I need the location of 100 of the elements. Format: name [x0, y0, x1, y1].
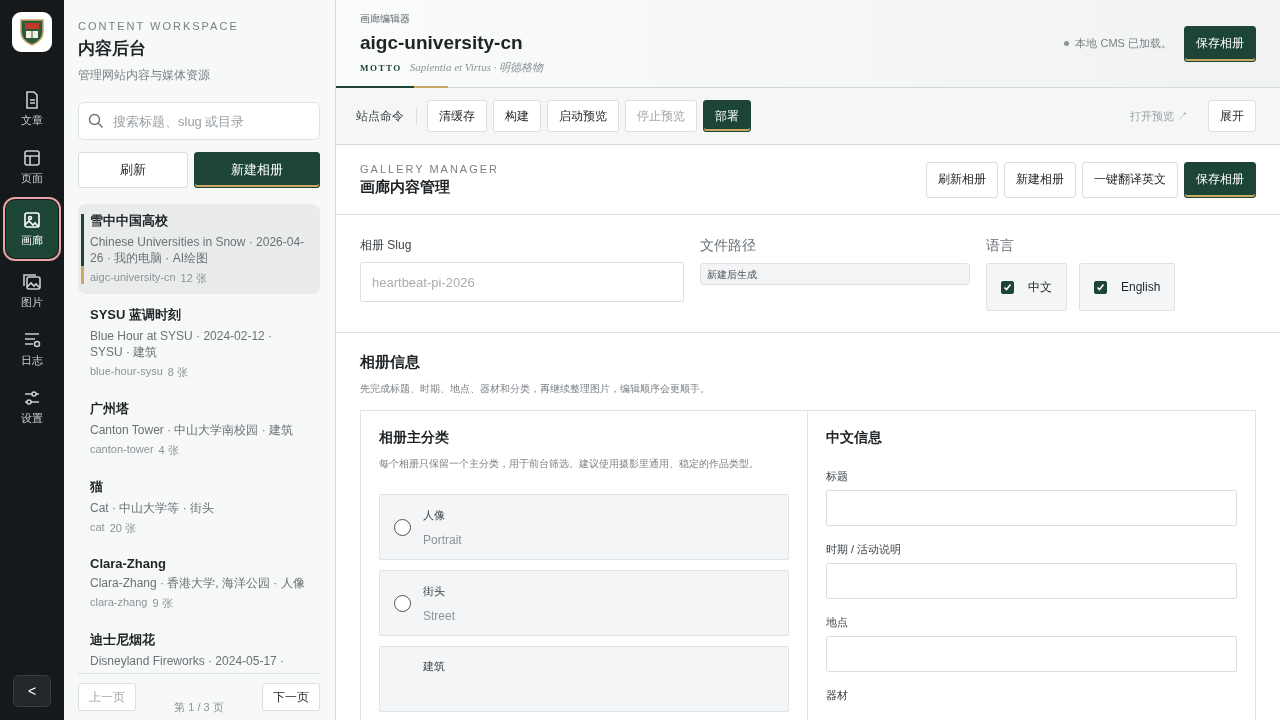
album-title: 迪士尼烟花: [90, 631, 156, 649]
section-eyebrow: GALLERY MANAGER: [360, 162, 500, 175]
status-text: 本地 CMS 已加载。: [1075, 36, 1172, 51]
category-option[interactable]: 街头 Street: [379, 570, 789, 636]
page-indicator: 第 1 / 3 页: [173, 699, 225, 715]
section-title: 画廊内容管理: [360, 177, 451, 197]
photo-count: 12 张: [180, 271, 207, 286]
nav-item[interactable]: 图片: [6, 262, 58, 320]
images-icon: [22, 272, 42, 292]
album-slug: aigc-university-cn: [90, 271, 176, 285]
option-english: Portrait: [423, 532, 462, 547]
toolbar-label: 站点命令: [356, 107, 417, 125]
option-label: 街头: [423, 583, 446, 599]
text-field[interactable]: heartbeat-pi-2026: [360, 262, 684, 302]
command-button[interactable]: 构建: [493, 100, 541, 132]
list-icon: [22, 330, 42, 350]
field-label: 标题: [826, 469, 849, 484]
new-album-button[interactable]: 新建相册: [194, 152, 320, 188]
photo-count: 20 张: [109, 521, 136, 536]
nav-item[interactable]: 文章: [6, 80, 58, 138]
command-button[interactable]: 启动预览: [547, 100, 619, 132]
field-label: 器材: [826, 688, 849, 703]
action-button[interactable]: 刷新相册: [926, 161, 998, 198]
refresh-button[interactable]: 刷新: [78, 152, 188, 188]
nav-item[interactable]: 画廊: [6, 200, 58, 258]
album-item[interactable]: Clara-Zhang Clara-Zhang · 香港大学, 海洋公园 · 人像 clara-zhang 9 张: [78, 548, 320, 619]
photo-count: 9 张: [152, 596, 173, 611]
option-label: 建筑: [423, 659, 445, 674]
expand-button[interactable]: 展开: [1208, 100, 1256, 132]
field-label: 地点: [826, 615, 849, 630]
section-title: 相册信息: [360, 353, 421, 372]
panel-title: 中文信息: [826, 429, 883, 447]
sidebar-title: 内容后台: [78, 38, 147, 60]
collapse-button[interactable]: <: [13, 675, 51, 707]
photo-count: 4 张: [158, 443, 179, 458]
category-option[interactable]: 建筑: [379, 646, 789, 712]
album-title: 雪中中国高校: [90, 212, 169, 230]
album-item[interactable]: 广州塔 Canton Tower · 中山大学南校园 · 建筑 canton-tower 4 张: [78, 392, 320, 466]
field-label: 语言: [986, 237, 1015, 255]
radio[interactable]: [394, 518, 411, 536]
save-button[interactable]: 保存相册: [1184, 25, 1256, 62]
status-dot: [1064, 41, 1070, 46]
album-heading: aigc-university-cn: [360, 32, 524, 54]
album-slug: clara-zhang: [90, 596, 148, 610]
nav-item[interactable]: 设置: [6, 378, 58, 436]
motto-text: Sapientia et Virtus · 明德格物: [409, 60, 544, 75]
album-item[interactable]: SYSU 蓝调时刻 Blue Hour at SYSU · 2024-02-12 · SYSU · 建筑 blue-hour-sysu 8 张: [78, 298, 320, 388]
album-item[interactable]: 雪中中国高校 Chinese Universities in Snow · 2026-04-26 · 我的电脑 · AI绘图 aigc-university-cn 12 张: [78, 204, 320, 294]
album-slug: cat: [90, 521, 105, 535]
command-button[interactable]: 部署: [703, 100, 751, 132]
album-title: Clara-Zhang: [90, 556, 167, 571]
text-field[interactable]: [826, 636, 1237, 672]
field-label: 文件路径: [700, 237, 757, 255]
search-icon: [88, 113, 104, 129]
path-field: 新建后生成: [700, 263, 970, 285]
motto-label: MOTTO: [360, 63, 402, 73]
photo-count: 8 张: [167, 365, 188, 380]
category-option[interactable]: 人像 Portrait: [379, 494, 789, 560]
album-subtitle: Blue Hour at SYSU · 2024-02-12 · SYSU · 建筑: [90, 328, 274, 360]
action-button[interactable]: 一键翻译英文: [1082, 161, 1178, 198]
check-icon: [1003, 282, 1012, 292]
layout-icon: [22, 148, 42, 168]
editor-eyebrow: 画廊编辑器: [360, 12, 411, 26]
next-page-button[interactable]: 下一页: [262, 683, 320, 711]
image-icon: [22, 210, 42, 230]
checkbox[interactable]: [1094, 280, 1107, 294]
nav-item[interactable]: 日志: [6, 320, 58, 378]
field-label: 时期 / 活动说明: [826, 542, 903, 557]
language-option[interactable]: English: [1079, 263, 1176, 311]
nav-item[interactable]: 页面: [6, 138, 58, 196]
command-button[interactable]: 清缓存: [427, 100, 487, 132]
action-button[interactable]: 新建相册: [1004, 161, 1076, 198]
album-slug: canton-tower: [90, 443, 154, 457]
panel-title: 相册主分类: [379, 429, 450, 447]
language-option[interactable]: 中文: [986, 263, 1067, 311]
album-title: 猫: [90, 478, 104, 496]
action-button[interactable]: 保存相册: [1184, 161, 1256, 198]
sliders-icon: [22, 388, 42, 408]
text-field[interactable]: [826, 490, 1237, 526]
section-eyebrow: CONTENT WORKSPACE: [78, 20, 240, 32]
album-subtitle: Clara-Zhang · 香港大学, 海洋公园 · 人像: [90, 575, 306, 591]
section-description: 先完成标题、时期、地点、器材和分类，再继续整理图片，编辑顺序会更顺手。: [360, 382, 711, 396]
album-title: 广州塔: [90, 400, 130, 418]
radio[interactable]: [394, 594, 411, 612]
album-slug: blue-hour-sysu: [90, 365, 163, 379]
album-subtitle: Cat · 中山大学等 · 街头: [90, 500, 215, 516]
album-item[interactable]: 猫 Cat · 中山大学等 · 街头 cat 20 张: [78, 470, 320, 544]
field-label: 相册 Slug: [360, 237, 413, 254]
search-field[interactable]: 搜索标题、slug 或目录: [78, 102, 320, 140]
album-subtitle: Disneyland Fireworks · 2024-05-17 ·: [90, 653, 286, 669]
sidebar-subtitle: 管理网站内容与媒体资源: [78, 67, 211, 84]
album-subtitle: Canton Tower · 中山大学南校园 · 建筑: [90, 422, 295, 438]
checkbox[interactable]: [1001, 280, 1014, 294]
album-title: SYSU 蓝调时刻: [90, 306, 182, 324]
album-subtitle: Chinese Universities in Snow · 2026-04-26 · 我的电脑 · AI绘图: [90, 234, 306, 266]
check-icon: [1096, 282, 1105, 292]
album-item[interactable]: 迪士尼烟花 Disneyland Fireworks · 2024-05-17 ·: [78, 623, 320, 673]
option-english: Street: [423, 608, 455, 623]
option-label: 人像: [423, 507, 446, 523]
text-field[interactable]: [826, 563, 1237, 599]
